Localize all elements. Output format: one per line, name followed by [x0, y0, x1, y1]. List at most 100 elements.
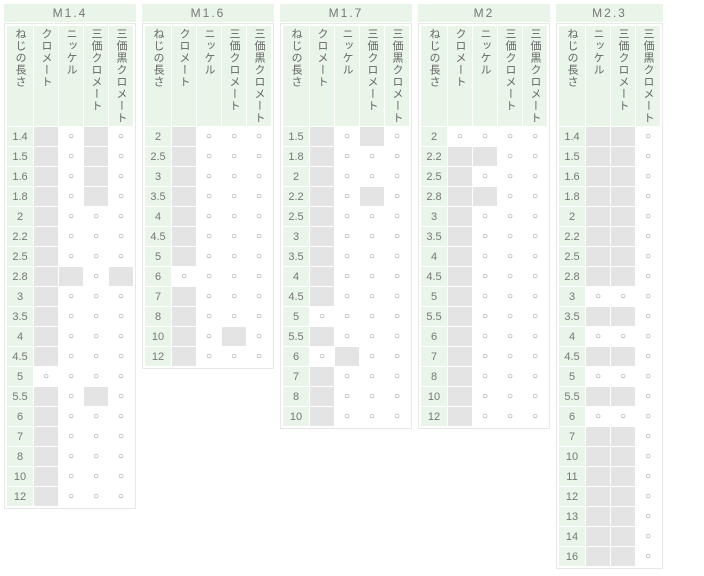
empty-cell — [611, 447, 635, 466]
empty-cell — [34, 227, 58, 246]
mark-cell: ○ — [360, 167, 384, 186]
empty-cell — [84, 147, 108, 166]
mark-cell: ○ — [109, 227, 133, 246]
row-length: 5 — [283, 307, 309, 326]
mark-cell: ○ — [473, 387, 497, 406]
column-header: ねじの長さ — [145, 26, 171, 126]
empty-cell — [611, 527, 635, 546]
mark-cell: ○ — [473, 407, 497, 426]
mark-cell: ○ — [636, 507, 660, 526]
availability-table: M1.7ねじの長さクロメートニッケル三価クロメート三価黒クロメート1.5○○1.… — [280, 4, 412, 429]
table-row: 2.5○○○ — [421, 167, 547, 186]
column-header: 三価黒クロメート — [385, 26, 409, 126]
empty-cell — [59, 267, 83, 286]
mark-cell: ○ — [636, 427, 660, 446]
mark-cell: ○ — [636, 387, 660, 406]
column-header: 三価クロメート — [498, 26, 522, 126]
mark-cell: ○ — [473, 127, 497, 146]
mark-cell: ○ — [247, 167, 271, 186]
table-title: M2 — [418, 4, 550, 23]
table-row: 2.5○○○ — [283, 207, 409, 226]
mark-cell: ○ — [385, 287, 409, 306]
row-length: 1.4 — [7, 127, 33, 146]
mark-cell: ○ — [59, 487, 83, 506]
table-row: 2.2○○ — [421, 147, 547, 166]
row-length: 5.5 — [559, 387, 585, 406]
row-length: 3.5 — [145, 187, 171, 206]
empty-cell — [34, 127, 58, 146]
row-length: 4 — [421, 247, 447, 266]
empty-cell — [611, 267, 635, 286]
mark-cell: ○ — [84, 407, 108, 426]
table-row: 5.5○○○ — [283, 327, 409, 346]
mark-cell: ○ — [59, 167, 83, 186]
table-title: M1.4 — [4, 4, 136, 23]
table-row: 7○○○ — [7, 427, 133, 446]
column-header: ニッケル — [473, 26, 497, 126]
empty-cell — [34, 247, 58, 266]
mark-cell: ○ — [59, 247, 83, 266]
table-row: 2.2○○○ — [7, 227, 133, 246]
mark-cell: ○ — [360, 287, 384, 306]
row-length: 1.5 — [283, 127, 309, 146]
mark-cell: ○ — [636, 367, 660, 386]
mark-cell: ○ — [109, 327, 133, 346]
row-length: 10 — [559, 447, 585, 466]
row-length: 7 — [283, 367, 309, 386]
mark-cell: ○ — [222, 247, 246, 266]
row-length: 2.5 — [421, 167, 447, 186]
mark-cell: ○ — [523, 127, 547, 146]
mark-cell: ○ — [222, 207, 246, 226]
table-row: 14○ — [559, 527, 660, 546]
empty-cell — [172, 187, 196, 206]
row-length: 5 — [559, 367, 585, 386]
row-length: 5.5 — [283, 327, 309, 346]
row-length: 3.5 — [421, 227, 447, 246]
mark-cell: ○ — [636, 167, 660, 186]
row-length: 5 — [421, 287, 447, 306]
table-row: 3.5○○○ — [283, 247, 409, 266]
table-row: 5.5○○○ — [421, 307, 547, 326]
row-length: 1.4 — [559, 127, 585, 146]
mark-cell: ○ — [247, 287, 271, 306]
mark-cell: ○ — [636, 127, 660, 146]
mark-cell: ○ — [636, 447, 660, 466]
row-length: 6 — [421, 327, 447, 346]
column-header: 三価クロメート — [84, 26, 108, 126]
empty-cell — [586, 167, 610, 186]
availability-table: M2ねじの長さクロメートニッケル三価クロメート三価黒クロメート2○○○○2.2○… — [418, 4, 550, 429]
mark-cell: ○ — [197, 287, 221, 306]
mark-cell: ○ — [636, 207, 660, 226]
mark-cell: ○ — [498, 307, 522, 326]
empty-cell — [448, 167, 472, 186]
mark-cell: ○ — [360, 267, 384, 286]
mark-cell: ○ — [172, 267, 196, 286]
mark-cell: ○ — [84, 207, 108, 226]
mark-cell: ○ — [197, 247, 221, 266]
table-title: M1.7 — [280, 4, 412, 23]
mark-cell: ○ — [247, 187, 271, 206]
empty-cell — [84, 187, 108, 206]
mark-cell: ○ — [59, 227, 83, 246]
mark-cell: ○ — [84, 247, 108, 266]
table-row: 8○○○ — [421, 367, 547, 386]
mark-cell: ○ — [360, 387, 384, 406]
empty-cell — [335, 347, 359, 366]
empty-cell — [611, 147, 635, 166]
column-header: クロメート — [310, 26, 334, 126]
mark-cell: ○ — [335, 407, 359, 426]
mark-cell: ○ — [523, 407, 547, 426]
empty-cell — [611, 227, 635, 246]
empty-cell — [586, 187, 610, 206]
empty-cell — [448, 307, 472, 326]
mark-cell: ○ — [59, 187, 83, 206]
empty-cell — [34, 327, 58, 346]
empty-cell — [473, 147, 497, 166]
table-row: 4.5○○○ — [421, 267, 547, 286]
mark-cell: ○ — [59, 327, 83, 346]
mark-cell: ○ — [473, 207, 497, 226]
mark-cell: ○ — [498, 327, 522, 346]
mark-cell: ○ — [636, 487, 660, 506]
row-length: 2.8 — [7, 267, 33, 286]
mark-cell: ○ — [523, 327, 547, 346]
